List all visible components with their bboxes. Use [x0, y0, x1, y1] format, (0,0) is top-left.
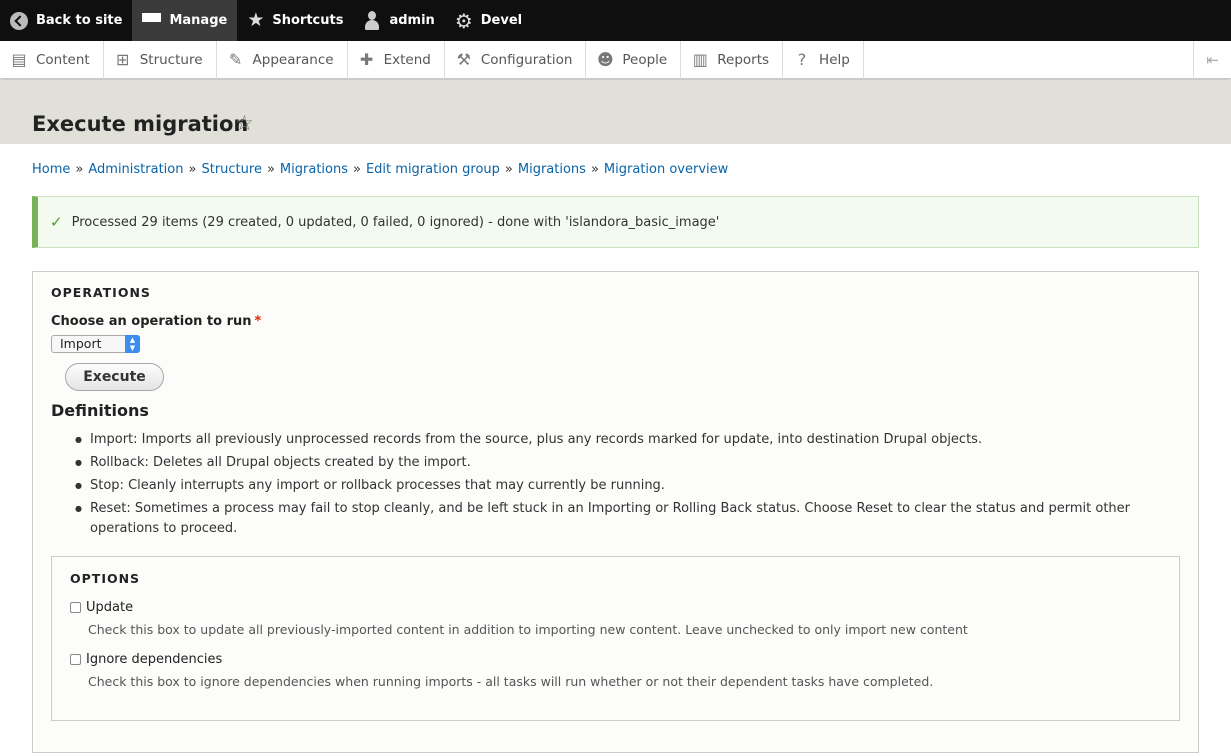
tray-spacer: [864, 41, 1193, 78]
help-icon: ?: [797, 50, 807, 69]
menu-item-label: People: [622, 52, 668, 68]
paintbrush-icon: ✎: [228, 50, 243, 69]
wrench-icon: ⚒: [456, 50, 471, 69]
definitions-list: Import: Imports all previously unprocess…: [71, 430, 1171, 542]
breadcrumb-separator: »: [504, 162, 513, 177]
back-arrow-icon: [10, 11, 28, 30]
breadcrumb-link[interactable]: Migration overview: [604, 162, 728, 177]
options-fieldset: OPTIONS Update Check this box to update …: [51, 556, 1180, 721]
breadcrumb-separator: »: [266, 162, 275, 177]
breadcrumb-link[interactable]: Migrations: [518, 162, 586, 177]
list-item: Rollback: Deletes all Drupal objects cre…: [71, 453, 1171, 473]
shortcuts-tab[interactable]: ★ Shortcuts: [237, 0, 353, 41]
breadcrumb-link[interactable]: Home: [32, 162, 70, 177]
breadcrumb-separator: »: [353, 162, 361, 177]
update-description: Check this box to update all previously-…: [88, 622, 968, 637]
menu-item-people[interactable]: ☻ People: [586, 41, 682, 79]
ignore-dependencies-option[interactable]: Ignore dependencies: [70, 652, 222, 667]
breadcrumb-link[interactable]: Edit migration group: [366, 162, 500, 177]
menu-item-content[interactable]: ▤ Content: [0, 41, 104, 79]
required-marker: *: [254, 314, 262, 329]
status-text: Processed 29 items (29 created, 0 update…: [71, 214, 720, 230]
operations-fieldset: OPERATIONS Choose an operation to run * I…: [32, 271, 1199, 753]
people-icon: ☻: [597, 50, 614, 69]
menu-item-label: Content: [36, 52, 90, 68]
breadcrumb-link[interactable]: Structure: [201, 162, 261, 177]
bar-chart-icon: ▥: [692, 50, 708, 69]
star-icon: ★: [247, 9, 265, 31]
update-label: Update: [86, 600, 134, 615]
update-option[interactable]: Update: [70, 600, 133, 615]
page-title: Execute migration: [32, 112, 249, 136]
status-message: ✓ Processed 29 items (29 created, 0 upda…: [32, 196, 1199, 248]
options-legend: OPTIONS: [70, 571, 141, 586]
operation-label-text: Choose an operation to run: [51, 314, 252, 329]
structure-icon: ⊞: [116, 50, 130, 69]
operations-legend: OPERATIONS: [51, 285, 151, 300]
breadcrumb-separator: »: [188, 162, 197, 177]
gear-icon: ⚙: [454, 8, 473, 33]
list-item: Stop: Cleanly interrupts any import or r…: [71, 476, 1171, 496]
checkmark-icon: ✓: [50, 213, 63, 231]
select-arrows-icon: ▲ ▼: [125, 335, 140, 353]
manage-tab[interactable]: Manage: [132, 0, 238, 41]
collapse-icon: ⇤: [1206, 51, 1219, 69]
menu-item-label: Extend: [383, 52, 431, 68]
menu-item-label: Structure: [139, 52, 203, 68]
menu-item-extend[interactable]: ✚ Extend: [348, 41, 445, 79]
menu-item-label: Help: [819, 52, 850, 68]
user-label: admin: [389, 13, 435, 28]
ignore-dependencies-description: Check this box to ignore dependencies wh…: [88, 674, 934, 689]
hamburger-icon: [142, 13, 162, 28]
menu-item-appearance[interactable]: ✎ Appearance: [217, 41, 348, 79]
definitions-heading: Definitions: [51, 401, 149, 420]
shortcuts-label: Shortcuts: [272, 13, 344, 28]
menu-item-structure[interactable]: ⊞ Structure: [104, 41, 217, 79]
document-icon: ▤: [11, 50, 27, 69]
breadcrumb-link[interactable]: Administration: [88, 162, 183, 177]
devel-label: Devel: [480, 13, 523, 28]
admin-menu-tray: ▤ Content ⊞ Structure ✎ Appearance ✚ Ext…: [0, 41, 1231, 79]
ignore-dependencies-checkbox[interactable]: [70, 654, 81, 665]
manage-label: Manage: [169, 13, 228, 28]
collapse-tray-button[interactable]: ⇤: [1193, 41, 1231, 79]
breadcrumb-separator: »: [590, 162, 599, 177]
breadcrumb-link[interactable]: Migrations: [280, 162, 348, 177]
back-to-site-label: Back to site: [36, 13, 123, 28]
user-tab[interactable]: admin: [353, 0, 444, 41]
menu-item-configuration[interactable]: ⚒ Configuration: [445, 41, 587, 79]
devel-tab[interactable]: ⚙ Devel: [445, 0, 532, 41]
menu-item-label: Reports: [717, 52, 770, 68]
update-checkbox[interactable]: [70, 602, 81, 613]
ignore-dependencies-label: Ignore dependencies: [86, 652, 223, 667]
operation-select[interactable]: Import ▲ ▼: [51, 335, 140, 353]
back-to-site-link[interactable]: Back to site: [0, 0, 132, 41]
menu-item-reports[interactable]: ▥ Reports: [681, 41, 784, 79]
menu-item-label: Configuration: [480, 52, 573, 68]
breadcrumb: Home » Administration » Structure » Migrations…: [32, 162, 728, 177]
menu-item-label: Appearance: [252, 52, 334, 68]
execute-button[interactable]: Execute: [65, 363, 164, 391]
puzzle-icon: ✚: [359, 50, 374, 69]
list-item: Import: Imports all previously unprocess…: [71, 430, 1171, 450]
menu-item-help[interactable]: ? Help: [783, 41, 864, 79]
breadcrumb-separator: »: [75, 162, 84, 177]
operation-select-value: Import: [60, 336, 102, 351]
operation-label: Choose an operation to run *: [51, 314, 261, 329]
shortcut-star-icon[interactable]: ☆: [235, 113, 254, 134]
admin-toolbar: Back to site Manage ★ Shortcuts admin ⚙ …: [0, 0, 1231, 41]
user-icon: [363, 11, 381, 30]
list-item: Reset: Sometimes a process may fail to s…: [71, 499, 1171, 539]
